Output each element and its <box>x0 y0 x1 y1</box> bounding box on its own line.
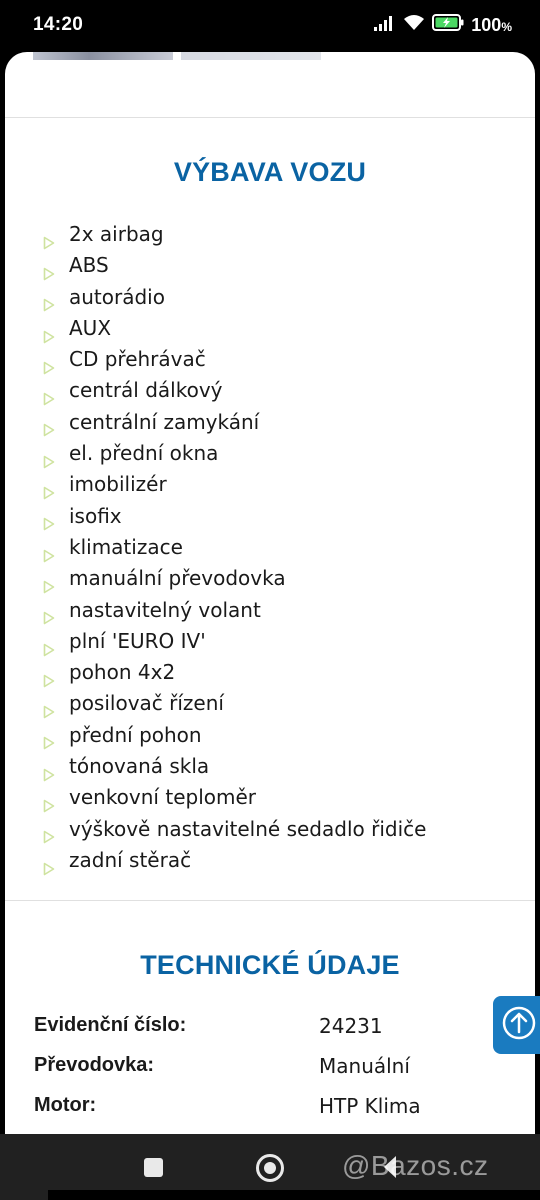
equipment-item: CD přehrávač <box>43 344 426 375</box>
triangle-bullet-icon <box>43 572 55 594</box>
equipment-item: posilovač řízení <box>43 688 426 719</box>
triangle-bullet-icon <box>43 228 55 249</box>
equipment-item-label: tónovaná skla <box>69 754 210 779</box>
spec-value: Manuální <box>319 1054 410 1078</box>
equipment-item-label: plní 'EURO IV' <box>69 628 206 653</box>
recent-apps-button[interactable] <box>144 1158 163 1177</box>
home-button[interactable] <box>256 1154 284 1182</box>
photo-thumbnail[interactable] <box>33 52 173 60</box>
equipment-item: autorádio <box>43 282 426 313</box>
equipment-item-label: zadní stěrač <box>69 847 192 872</box>
triangle-bullet-icon <box>43 447 55 469</box>
spec-row: Převodovka: Manuální <box>34 1054 514 1094</box>
equipment-item-label: nastavitelný volant <box>69 597 261 622</box>
equipment-item-label: AUX <box>69 315 112 340</box>
triangle-bullet-icon <box>43 854 55 875</box>
technical-heading: TECHNICKÉ ÚDAJE <box>140 950 400 980</box>
section-divider <box>5 900 535 901</box>
equipment-item-label: imobilizér <box>69 472 167 497</box>
triangle-bullet-icon <box>43 697 55 719</box>
triangle-bullet-icon <box>43 635 55 656</box>
spec-row: Motor: HTP Klima <box>34 1094 514 1134</box>
equipment-item: centrální zamykání <box>43 407 426 438</box>
equipment-item: AUX <box>43 313 426 344</box>
equipment-item-label: přední pohon <box>69 722 202 747</box>
watermark: @Bazos.cz <box>342 1150 489 1181</box>
technical-specs: Evidenční číslo: 24231 Převodovka: Manuá… <box>34 1014 514 1134</box>
triangle-bullet-icon <box>43 259 55 281</box>
equipment-item: venkovní teploměr <box>43 782 426 813</box>
triangle-bullet-icon <box>43 353 55 375</box>
scroll-to-top-button[interactable] <box>493 996 540 1054</box>
equipment-item: el. přední okna <box>43 438 426 469</box>
section-divider <box>5 117 535 118</box>
triangle-bullet-icon <box>43 541 55 562</box>
status-time: 14:20 <box>33 14 84 35</box>
equipment-item: klimatizace <box>43 532 426 563</box>
equipment-item: zadní stěrač <box>43 845 426 876</box>
triangle-bullet-icon <box>43 822 55 844</box>
triangle-bullet-icon <box>43 384 55 406</box>
equipment-item-label: pohon 4x2 <box>69 660 176 685</box>
arrow-up-circle-icon <box>501 1005 537 1045</box>
equipment-item: nastavitelný volant <box>43 595 426 626</box>
equipment-item-label: CD přehrávač <box>69 347 206 372</box>
equipment-item: výškově nastavitelné sedadlo řidiče <box>43 814 426 845</box>
triangle-bullet-icon <box>43 290 55 312</box>
page-content: VÝBAVA VOZU 2x airbag ABS autorádio AUX CD p… <box>5 52 535 1134</box>
triangle-bullet-icon <box>43 509 55 531</box>
equipment-item-label: 2x airbag <box>69 222 164 246</box>
equipment-item-label: centrál dálkový <box>69 378 223 403</box>
photo-thumbnail[interactable] <box>181 52 321 60</box>
equipment-item: plní 'EURO IV' <box>43 626 426 657</box>
battery-level: 100% <box>471 14 512 35</box>
status-bar: 14:20 100% <box>0 0 540 52</box>
bottom-strip <box>48 1190 540 1200</box>
equipment-list: 2x airbag ABS autorádio AUX CD přehrávač cent… <box>43 219 426 876</box>
spec-label: Evidenční číslo: <box>34 1014 187 1036</box>
equipment-item: přední pohon <box>43 720 426 751</box>
equipment-item-label: posilovač řízení <box>69 691 224 716</box>
equipment-item: centrál dálkový <box>43 375 426 406</box>
spec-value: HTP Klima <box>319 1094 421 1118</box>
triangle-bullet-icon <box>43 791 55 813</box>
battery-charging-icon <box>432 14 464 36</box>
equipment-heading: VÝBAVA VOZU <box>173 157 367 187</box>
equipment-item-label: výškově nastavitelné sedadlo řidiče <box>69 816 427 841</box>
equipment-item-label: el. přední okna <box>69 441 219 466</box>
spec-label: Motor: <box>34 1094 97 1116</box>
equipment-item: isofix <box>43 501 426 532</box>
triangle-bullet-icon <box>43 666 55 688</box>
equipment-item: manuální převodovka <box>43 563 426 594</box>
equipment-item-label: centrální zamykání <box>69 409 260 434</box>
triangle-bullet-icon <box>43 728 55 750</box>
equipment-item: tónovaná skla <box>43 751 426 782</box>
equipment-item: pohon 4x2 <box>43 657 426 688</box>
triangle-bullet-icon <box>43 415 55 437</box>
equipment-item-label: klimatizace <box>69 534 183 559</box>
equipment-item: 2x airbag <box>43 219 426 250</box>
triangle-bullet-icon <box>43 760 55 781</box>
wifi-icon <box>403 14 425 36</box>
triangle-bullet-icon <box>43 603 55 625</box>
spec-value: 24231 <box>319 1014 383 1038</box>
signal-icon <box>374 15 396 36</box>
spec-row: Evidenční číslo: 24231 <box>34 1014 514 1054</box>
triangle-bullet-icon <box>43 322 55 343</box>
equipment-item: ABS <box>43 250 426 281</box>
triangle-bullet-icon <box>43 478 55 500</box>
status-icons: 100% <box>374 14 512 36</box>
equipment-item-label: venkovní teploměr <box>69 785 256 810</box>
equipment-item: imobilizér <box>43 469 426 500</box>
spec-label: Převodovka: <box>34 1054 155 1076</box>
equipment-item-label: manuální převodovka <box>69 566 286 591</box>
equipment-item-label: ABS <box>69 253 109 278</box>
equipment-item-label: isofix <box>69 503 122 528</box>
equipment-item-label: autorádio <box>69 284 165 309</box>
